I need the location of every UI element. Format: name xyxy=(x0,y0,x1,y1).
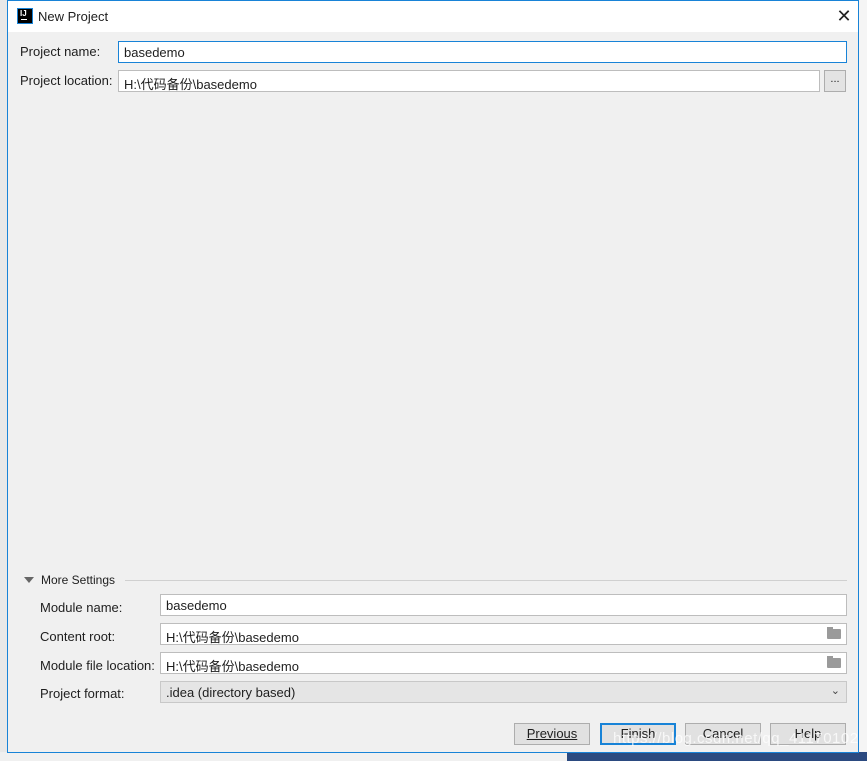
help-label: Help xyxy=(794,726,822,741)
collapse-triangle-icon[interactable] xyxy=(24,577,34,583)
project-format-value: .idea (directory based) xyxy=(166,685,296,700)
module-file-location-value: H:\代码备份\basedemo xyxy=(166,659,299,674)
module-file-location-input[interactable]: H:\代码备份\basedemo xyxy=(160,652,847,674)
project-name-input[interactable]: basedemo xyxy=(118,41,847,63)
project-name-label: Project name: xyxy=(20,44,101,59)
new-project-dialog: IJ New Project ✕ Project name: basedemo … xyxy=(7,0,859,753)
module-name-label: Module name: xyxy=(40,600,123,615)
title-bar[interactable]: IJ New Project ✕ xyxy=(8,1,858,32)
close-icon[interactable]: ✕ xyxy=(830,5,858,27)
content-root-input[interactable]: H:\代码备份\basedemo xyxy=(160,623,847,645)
browse-location-button[interactable]: ... xyxy=(824,70,846,92)
window-title: New Project xyxy=(38,9,109,24)
folder-icon[interactable] xyxy=(827,656,841,668)
content-root-label: Content root: xyxy=(40,629,116,644)
project-format-select[interactable]: .idea (directory based) ⌄ xyxy=(160,681,847,703)
module-name-input[interactable]: basedemo xyxy=(160,594,847,616)
more-settings-divider xyxy=(125,580,847,581)
project-location-label: Project location: xyxy=(20,73,113,88)
project-location-input[interactable]: H:\代码备份\basedemo xyxy=(118,70,820,92)
module-file-location-label: Module file location: xyxy=(40,658,155,673)
intellij-app-icon: IJ xyxy=(17,8,33,24)
cancel-label: Cancel xyxy=(702,726,744,741)
content-root-value: H:\代码备份\basedemo xyxy=(166,630,299,645)
project-format-label: Project format: xyxy=(40,686,125,701)
finish-label: Finish xyxy=(620,726,656,741)
folder-icon[interactable] xyxy=(827,627,841,639)
more-settings-header[interactable]: More Settings xyxy=(41,573,115,587)
previous-label: Previous xyxy=(526,726,578,741)
background-taskbar xyxy=(567,752,867,761)
background-window-right xyxy=(858,0,867,761)
help-button[interactable]: Help xyxy=(770,723,846,745)
chevron-down-icon: ⌄ xyxy=(830,685,840,697)
cancel-button[interactable]: Cancel xyxy=(685,723,761,745)
previous-button[interactable]: Previous xyxy=(514,723,590,745)
finish-button[interactable]: Finish xyxy=(600,723,676,745)
